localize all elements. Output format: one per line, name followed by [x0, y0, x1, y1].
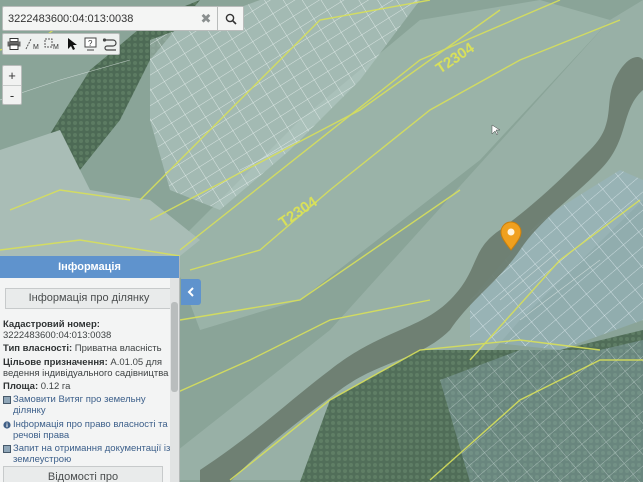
- map-toolbar: M M ?: [2, 33, 120, 55]
- select-tool[interactable]: [63, 35, 80, 53]
- panel-title: Інформація: [0, 256, 179, 278]
- cadastral-value: 3222483600:04:013:0038: [3, 330, 112, 342]
- ownership-info-label: Інформація про право власності та речові…: [13, 418, 168, 441]
- parcel-details: Кадастровий номер: 3222483600:04:013:003…: [0, 315, 179, 465]
- clear-search-button[interactable]: ✖: [195, 11, 217, 27]
- purpose: Цільове призначення: A.01.05 для ведення…: [3, 357, 176, 379]
- zoom-out-button[interactable]: -: [3, 85, 21, 104]
- zoom-control: + -: [2, 65, 22, 105]
- area-label: Площа:: [3, 381, 39, 393]
- panel-scrollbar[interactable]: [170, 278, 179, 482]
- area-value: 0.12 га: [40, 381, 71, 393]
- route-icon: [103, 38, 117, 51]
- collapse-panel-button[interactable]: [181, 279, 201, 305]
- ownership-label: Тип власності:: [3, 343, 73, 355]
- svg-text:M: M: [53, 44, 59, 51]
- purpose-label: Цільове призначення:: [3, 356, 108, 368]
- cursor-icon: [67, 38, 77, 50]
- route-tool[interactable]: [102, 35, 119, 53]
- info-panel: Інформація Інформація про ділянку Кадаст…: [0, 256, 180, 482]
- search-icon: [225, 13, 237, 25]
- printer-icon: [7, 38, 21, 50]
- order-extract-label: Замовити Витяг про земельну ділянку: [13, 394, 146, 417]
- order-extract-link[interactable]: Замовити Витяг про земельну ділянку: [3, 394, 176, 416]
- documentation-request-label: Запит на отримання документації із земле…: [13, 443, 171, 466]
- chevron-left-icon: [187, 287, 194, 297]
- documentation-request-link[interactable]: Запит на отримання документації із земле…: [3, 443, 176, 465]
- search-box: ✖: [2, 6, 244, 31]
- document-icon: [3, 396, 11, 405]
- ownership-info-link[interactable]: Інформація про право власності та речові…: [3, 419, 176, 441]
- cadastral-number: Кадастровий номер: 3222483600:04:013:003…: [3, 319, 176, 341]
- ownership-type: Тип власності: Приватна власність: [3, 343, 176, 354]
- search-input[interactable]: [3, 7, 195, 30]
- ownership-value: Приватна власність: [74, 343, 162, 355]
- svg-text:?: ?: [88, 39, 93, 48]
- print-tool[interactable]: [5, 35, 22, 53]
- measure-line-icon: M: [25, 38, 39, 51]
- area: Площа: 0.12 га: [3, 381, 176, 392]
- info-query-icon: ?: [84, 37, 97, 51]
- svg-text:M: M: [33, 44, 39, 51]
- measure-area-tool[interactable]: M: [44, 35, 61, 53]
- info-tool[interactable]: ?: [82, 35, 99, 53]
- cadastral-label: Кадастровий номер:: [3, 319, 100, 330]
- search-button[interactable]: [217, 7, 243, 30]
- measure-area-icon: M: [44, 38, 59, 51]
- certified-surveyor-button[interactable]: Відомості про сертифікованого: [3, 466, 163, 482]
- info-circle-icon: [3, 421, 11, 429]
- scrollbar-thumb[interactable]: [171, 302, 178, 392]
- parcel-info-heading: Інформація про ділянку: [5, 288, 173, 309]
- document-icon: [3, 445, 11, 454]
- zoom-in-button[interactable]: +: [3, 66, 21, 85]
- measure-line-tool[interactable]: M: [24, 35, 41, 53]
